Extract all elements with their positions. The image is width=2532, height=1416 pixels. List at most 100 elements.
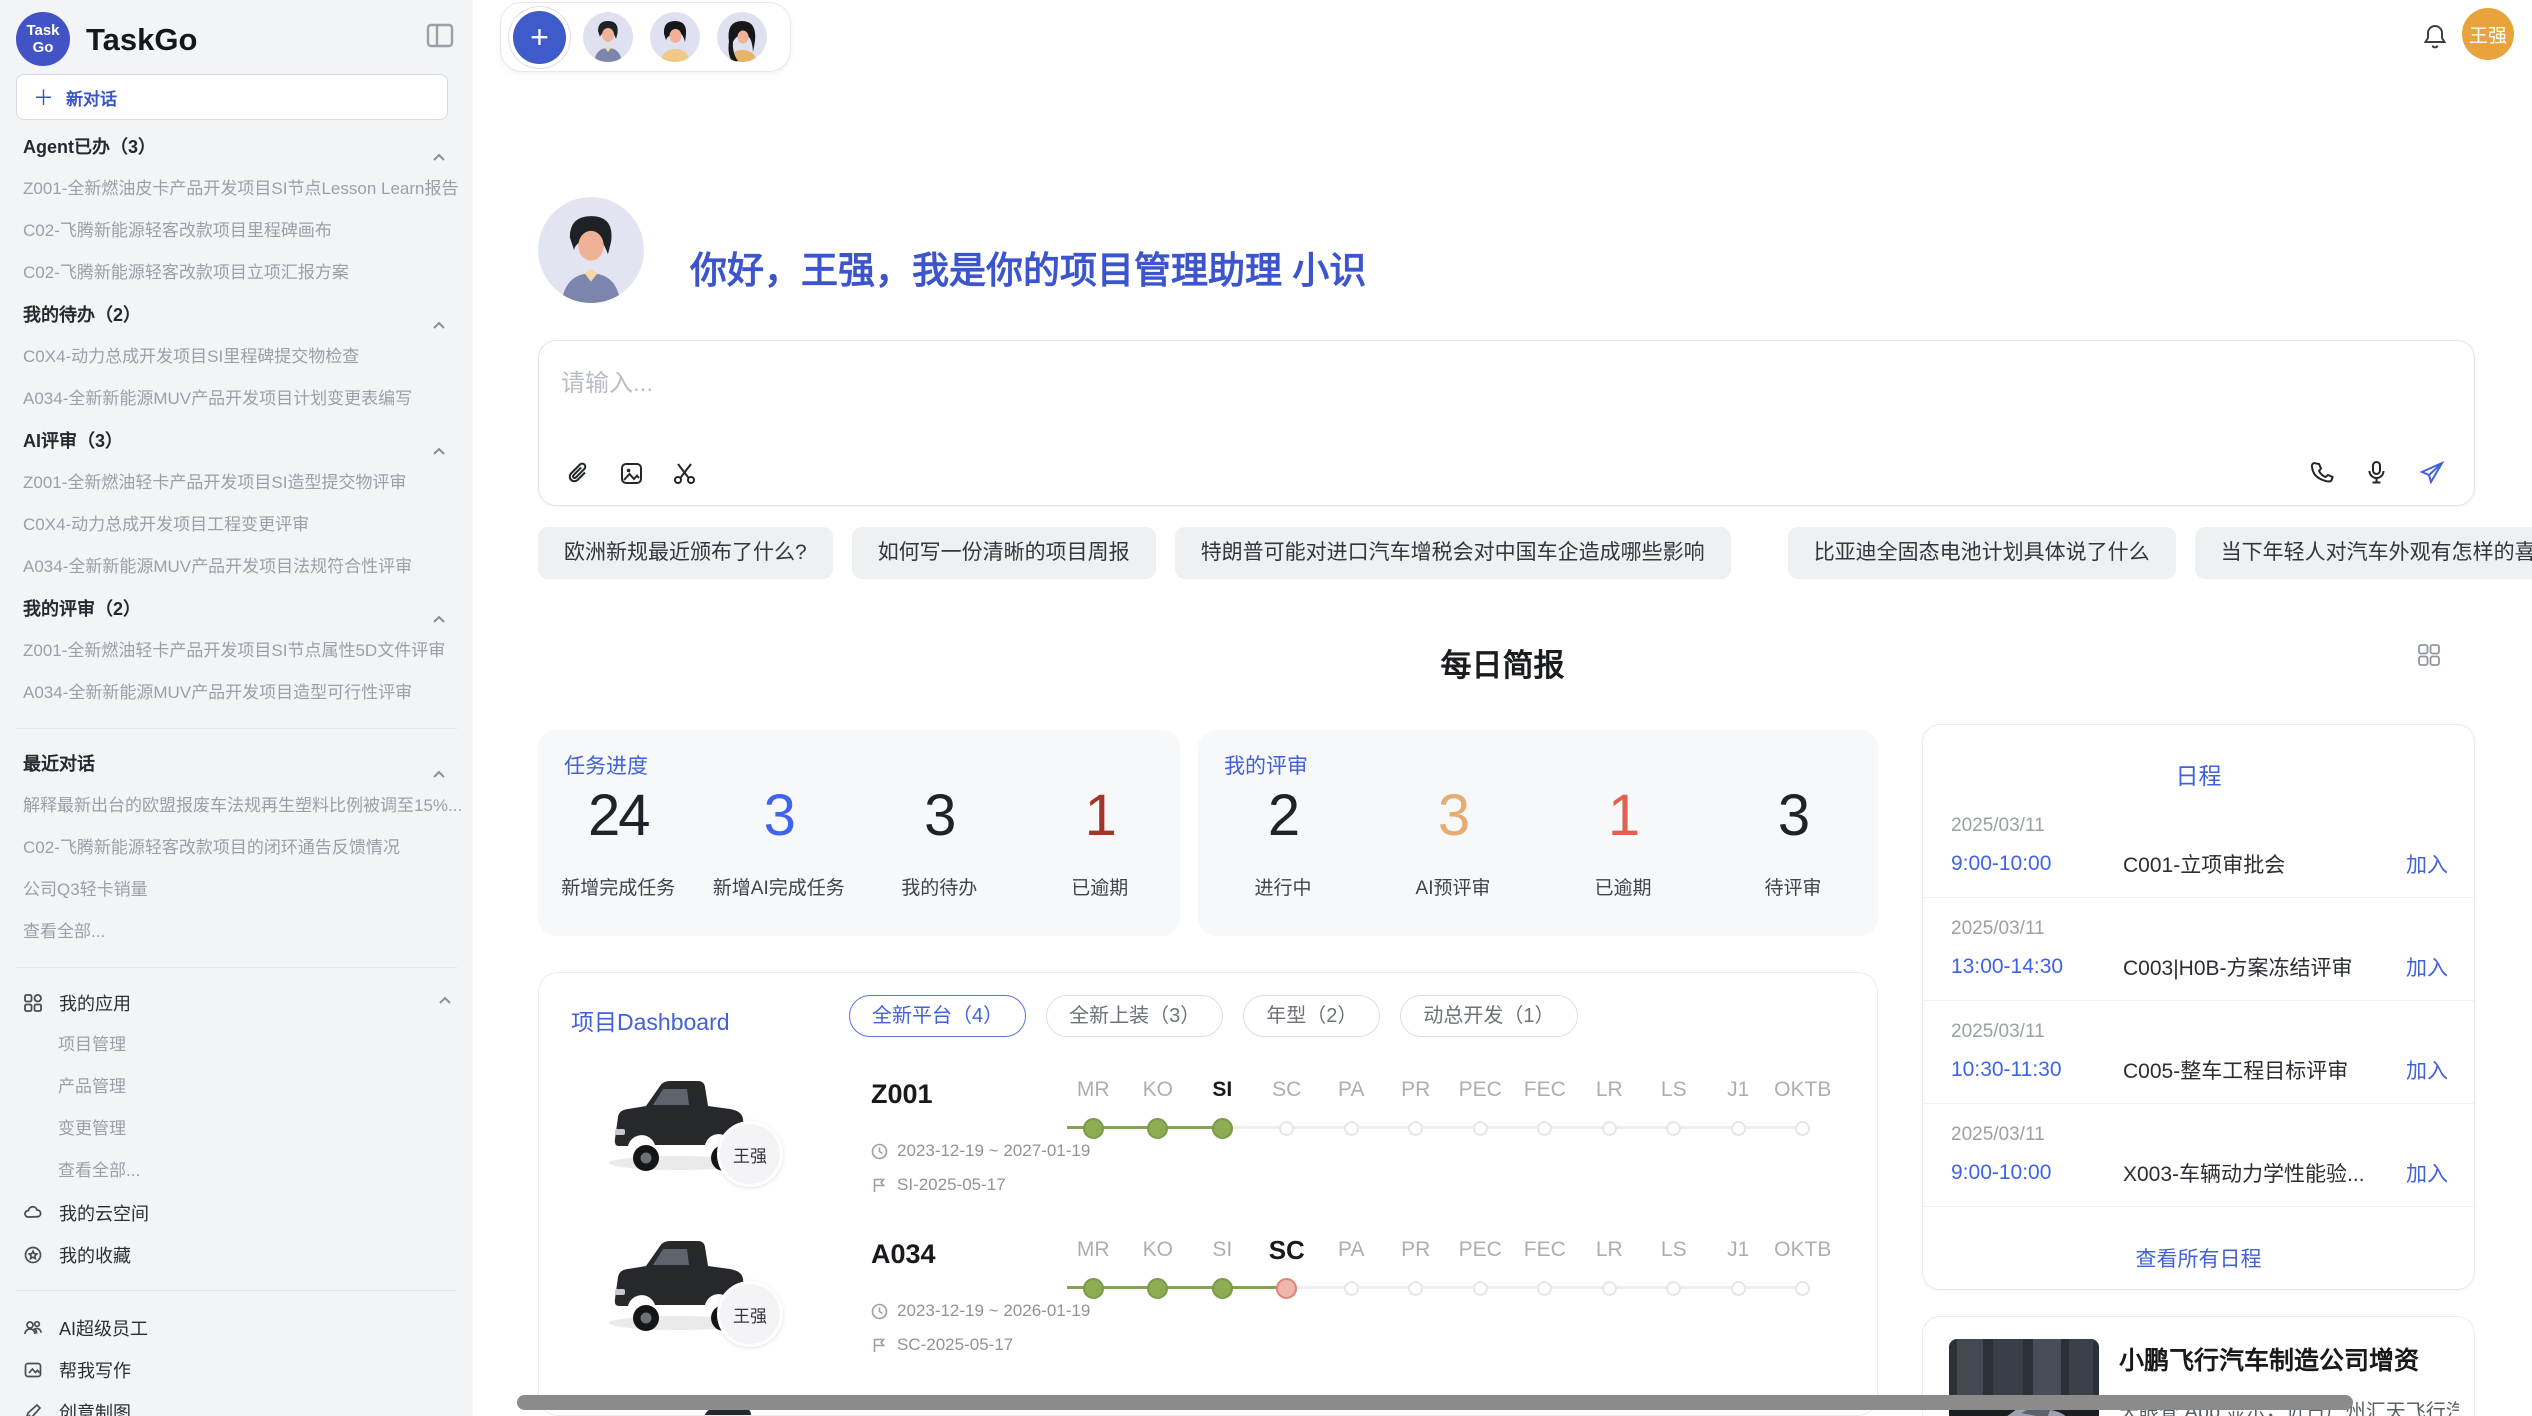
section-my-review[interactable]: 我的评审（2） [0,588,473,630]
dashboard-filters: 全新平台（4） 全新上装（3） 年型（2） 动总开发（1） [849,995,1578,1037]
filter-powertrain[interactable]: 动总开发（1） [1400,995,1577,1037]
chat-input[interactable] [561,363,2441,429]
section-my-todo[interactable]: 我的待办（2） [0,294,473,336]
milestone-LS: LS [1642,1235,1707,1311]
milestone-dot [1795,1121,1810,1136]
app-item-change-mgmt[interactable]: 变更管理 [0,1108,473,1150]
sidebar-item-help-me-write[interactable]: 帮我写作 [0,1349,473,1391]
schedule-date: 2025/03/11 [1951,918,2448,940]
chevron-up-icon[interactable] [431,433,447,462]
sidebar-item-my-apps[interactable]: 我的应用 [0,982,473,1024]
schedule-time: 10:30-11:30 [1951,1058,2123,1082]
join-button[interactable]: 加入 [2406,1158,2448,1188]
apps-view-all[interactable]: 查看全部... [0,1150,473,1192]
sidebar-item-ai-super-staff[interactable]: AI超级员工 [0,1307,473,1349]
project-row[interactable]: 王强 Z001 2023-12-19 ~ 2027-01-19 SI-2025-… [539,1059,1878,1219]
filter-new-platform[interactable]: 全新平台（4） [849,995,1026,1037]
sidebar-item[interactable]: Z001-全新燃油轻卡产品开发项目SI节点属性5D文件评审 [0,630,473,672]
filter-model-year[interactable]: 年型（2） [1243,995,1380,1037]
milestone-label: SC [1255,1075,1320,1105]
chevron-up-icon[interactable] [431,601,447,630]
section-ai-review[interactable]: AI评审（3） [0,420,473,462]
milestone-label: PEC [1448,1075,1513,1105]
milestone-dot [1276,1278,1297,1299]
stat-label: 已逾期 [1020,873,1181,900]
schedule-item[interactable]: 2025/03/11 9:00-10:00 C001-立项审批会 加入 [1923,795,2474,898]
sidebar-collapse-icon[interactable] [424,20,458,54]
suggestion-chip[interactable]: 如何写一份清晰的项目周报 [852,527,1156,579]
milestone-LR: LR [1577,1235,1642,1311]
section-agent-done[interactable]: Agent已办（3） [0,126,473,168]
app-item-product-mgmt[interactable]: 产品管理 [0,1066,473,1108]
schedule-item[interactable]: 2025/03/11 13:00-14:30 C003|H0B-方案冻结评审 加… [1923,898,2474,1001]
join-button[interactable]: 加入 [2406,849,2448,879]
chevron-up-icon[interactable] [437,993,453,1014]
sidebar-item[interactable]: C02-飞腾新能源轻客改款项目立项汇报方案 [0,252,473,294]
notification-bell-icon[interactable] [2420,22,2452,54]
recent-chat-item[interactable]: 公司Q3轻卡销量 [0,869,473,911]
chevron-up-icon[interactable] [431,139,447,168]
sidebar-item[interactable]: Z001-全新燃油皮卡产品开发项目SI节点Lesson Learn报告 [0,168,473,210]
join-button[interactable]: 加入 [2406,952,2448,982]
recent-view-all[interactable]: 查看全部... [0,911,473,953]
recent-chat-item[interactable]: C02-飞腾新能源轻客改款项目的闭环通告反馈情况 [0,827,473,869]
agent-avatar[interactable] [583,12,633,62]
schedule-time: 13:00-14:30 [1951,955,2123,979]
sidebar-item[interactable]: C0X4-动力总成开发项目SI里程碑提交物检查 [0,336,473,378]
phone-icon[interactable] [2308,459,2335,486]
clock-icon [871,1143,888,1160]
sidebar-item-favorites[interactable]: 我的收藏 [0,1234,473,1276]
chevron-up-icon[interactable] [431,756,447,785]
project-row[interactable]: 王强 A034 2023-12-19 ~ 2026-01-19 SC-2025-… [539,1219,1878,1379]
layout-grid-icon[interactable] [2416,642,2442,673]
milestone-track: MRKOSISCPAPRPECFECLRLSJ1OKTB [1061,1075,1841,1185]
sidebar-item[interactable]: Z001-全新燃油轻卡产品开发项目SI造型提交物评审 [0,462,473,504]
cloud-icon [23,1203,43,1223]
suggestion-chip[interactable]: 当下年轻人对汽车外观有怎样的喜好趋势 [2195,527,2532,579]
sidebar-item[interactable]: C0X4-动力总成开发项目工程变更评审 [0,504,473,546]
user-avatar[interactable]: 王强 [2462,8,2514,60]
stat-value: 2 [1198,782,1368,849]
sidebar-item[interactable]: A034-全新新能源MUV产品开发项目法规符合性评审 [0,546,473,588]
image-icon[interactable] [618,460,645,487]
chevron-up-icon[interactable] [431,307,447,336]
recent-chat-item[interactable]: 解释最新出台的欧盟报废车法规再生塑料比例被调至15%... [0,785,473,827]
horizontal-scrollbar[interactable] [517,1395,2353,1410]
pen-icon [23,1402,43,1416]
milestone-label: PR [1384,1235,1449,1265]
suggestion-chip[interactable]: 比亚迪全固态电池计划具体说了什么 [1788,527,2176,579]
microphone-icon[interactable] [2363,459,2390,486]
stat-label: 新增AI完成任务 [699,873,860,900]
new-chat-button[interactable]: ＋ 新对话 [16,74,448,120]
milestone-KO: KO [1126,1235,1191,1311]
sidebar-item-creative-drawing[interactable]: 创意制图 [0,1391,473,1416]
scissors-icon[interactable] [671,460,698,487]
milestone-SI: SI [1190,1235,1255,1311]
sidebar-item-cloud-space[interactable]: 我的云空间 [0,1192,473,1234]
suggestion-chip[interactable]: 特朗普可能对进口汽车增税会对中国车企造成哪些影响 [1175,527,1731,579]
join-button[interactable]: 加入 [2406,1055,2448,1085]
stat-label: 新增完成任务 [538,873,699,900]
agent-avatar[interactable] [650,12,700,62]
sidebar-item[interactable]: C02-飞腾新能源轻客改款项目里程碑画布 [0,210,473,252]
app-title: TaskGo [86,22,197,58]
sidebar-item[interactable]: A034-全新新能源MUV产品开发项目计划变更表编写 [0,378,473,420]
agent-toolbar: + [500,2,791,72]
add-agent-button[interactable]: + [513,11,566,64]
schedule-item[interactable]: 2025/03/11 9:00-10:00 X003-车辆动力学性能验... 加… [1923,1104,2474,1207]
attachment-icon[interactable] [565,460,592,487]
send-icon[interactable] [2418,459,2446,487]
milestone-label: J1 [1706,1235,1771,1265]
app-item-project-mgmt[interactable]: 项目管理 [0,1024,473,1066]
schedule-item[interactable]: 2025/03/11 10:30-11:30 C005-整车工程目标评审 加入 [1923,1001,2474,1104]
filter-new-body[interactable]: 全新上装（3） [1046,995,1223,1037]
agent-avatar[interactable] [717,12,767,62]
view-all-schedule-link[interactable]: 查看所有日程 [1923,1243,2474,1273]
section-recent-chats[interactable]: 最近对话 [0,743,473,785]
people-icon [23,1318,43,1338]
milestone-label: MR [1061,1235,1126,1265]
suggestion-chip[interactable]: 欧洲新规最近颁布了什么? [538,527,833,579]
schedule-date: 2025/03/11 [1951,1021,2448,1043]
sidebar-item[interactable]: A034-全新新能源MUV产品开发项目造型可行性评审 [0,672,473,714]
assistant-avatar [538,197,644,303]
